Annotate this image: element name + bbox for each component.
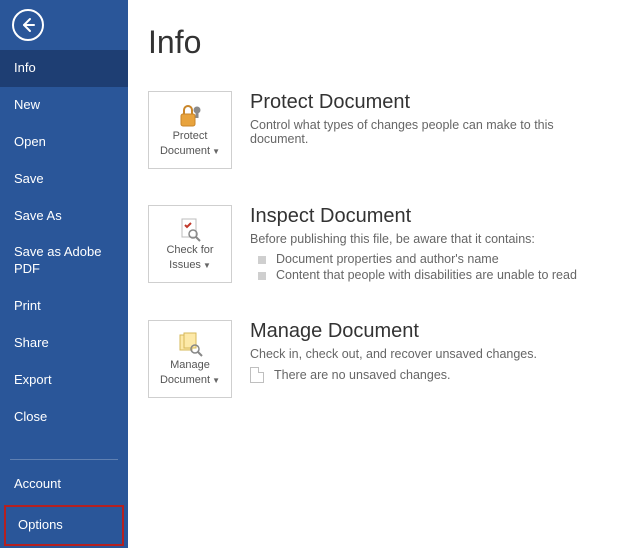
sidebar-item-label: Account — [14, 476, 61, 491]
tile-label-line1: Manage — [170, 359, 210, 372]
back-area — [0, 0, 128, 50]
inspect-section: Check for Issues ▼ Inspect Document Befo… — [148, 205, 603, 284]
chevron-down-icon: ▼ — [203, 261, 211, 270]
sidebar-item-label: Open — [14, 134, 46, 149]
protect-document-tile[interactable]: Protect Document ▼ — [148, 91, 232, 169]
sidebar-item-label: Save — [14, 171, 44, 186]
sidebar-item-label: Info — [14, 60, 36, 75]
bullet-text: Content that people with disabilities ar… — [276, 268, 577, 282]
tile-label-line1: Protect — [173, 130, 208, 143]
backstage-sidebar: Info New Open Save Save As Save as Adobe… — [0, 0, 128, 548]
sidebar-item-label: Close — [14, 409, 47, 424]
inspect-body: Inspect Document Before publishing this … — [250, 205, 603, 284]
chevron-down-icon: ▼ — [212, 376, 220, 385]
back-arrow-icon — [20, 17, 36, 33]
manage-body: Manage Document Check in, check out, and… — [250, 320, 603, 398]
chevron-down-icon: ▼ — [212, 147, 220, 156]
lock-icon — [175, 102, 205, 128]
sidebar-item-account[interactable]: Account — [0, 466, 128, 503]
sidebar-item-new[interactable]: New — [0, 87, 128, 124]
sidebar-item-label: Share — [14, 335, 49, 350]
bullet-icon — [258, 272, 266, 280]
sidebar-item-close[interactable]: Close — [0, 399, 128, 436]
list-item: Document properties and author's name — [258, 252, 603, 266]
document-icon — [250, 367, 264, 383]
inspect-bullets: Document properties and author's name Co… — [250, 252, 603, 282]
unsaved-text: There are no unsaved changes. — [274, 368, 451, 382]
sidebar-spacer — [0, 436, 128, 453]
sidebar-divider — [10, 459, 118, 460]
sidebar-item-export[interactable]: Export — [0, 362, 128, 399]
protect-section: Protect Document ▼ Protect Document Cont… — [148, 91, 603, 169]
sidebar-item-open[interactable]: Open — [0, 124, 128, 161]
tile-label-line2: Document — [160, 145, 210, 158]
sidebar-item-options[interactable]: Options — [6, 507, 122, 544]
protect-title: Protect Document — [250, 91, 603, 114]
back-button[interactable] — [12, 9, 44, 41]
sidebar-item-label: Export — [14, 372, 52, 387]
list-item: Content that people with disabilities ar… — [258, 268, 603, 282]
sidebar-item-save-as-adobe-pdf[interactable]: Save as Adobe PDF — [0, 234, 128, 288]
sidebar-item-label: New — [14, 97, 40, 112]
manage-document-tile[interactable]: Manage Document ▼ — [148, 320, 232, 398]
main-pane: Info Protect Document ▼ Protect Document… — [128, 0, 623, 548]
bullet-icon — [258, 256, 266, 264]
sidebar-item-label: Save As — [14, 208, 62, 223]
tile-label-line2: Issues — [169, 259, 201, 272]
check-for-issues-tile[interactable]: Check for Issues ▼ — [148, 205, 232, 283]
manage-icon — [175, 331, 205, 357]
tile-label-line2: Document — [160, 374, 210, 387]
inspect-desc: Before publishing this file, be aware th… — [250, 232, 603, 246]
sidebar-item-save[interactable]: Save — [0, 161, 128, 198]
sidebar-item-print[interactable]: Print — [0, 288, 128, 325]
inspect-icon — [175, 216, 205, 242]
options-highlight: Options — [4, 505, 124, 546]
manage-section: Manage Document ▼ Manage Document Check … — [148, 320, 603, 398]
sidebar-item-label: Print — [14, 298, 41, 313]
protect-desc: Control what types of changes people can… — [250, 118, 603, 146]
sidebar-item-label: Options — [18, 517, 63, 532]
tile-label-line1: Check for — [166, 244, 213, 257]
unsaved-line: There are no unsaved changes. — [250, 367, 603, 383]
sidebar-item-label: Save as Adobe PDF — [14, 244, 101, 276]
sidebar-item-share[interactable]: Share — [0, 325, 128, 362]
protect-body: Protect Document Control what types of c… — [250, 91, 603, 169]
manage-desc: Check in, check out, and recover unsaved… — [250, 347, 603, 361]
manage-title: Manage Document — [250, 320, 603, 343]
page-title: Info — [148, 24, 603, 61]
sidebar-item-save-as[interactable]: Save As — [0, 198, 128, 235]
bullet-text: Document properties and author's name — [276, 252, 499, 266]
inspect-title: Inspect Document — [250, 205, 603, 228]
sidebar-item-info[interactable]: Info — [0, 50, 128, 87]
